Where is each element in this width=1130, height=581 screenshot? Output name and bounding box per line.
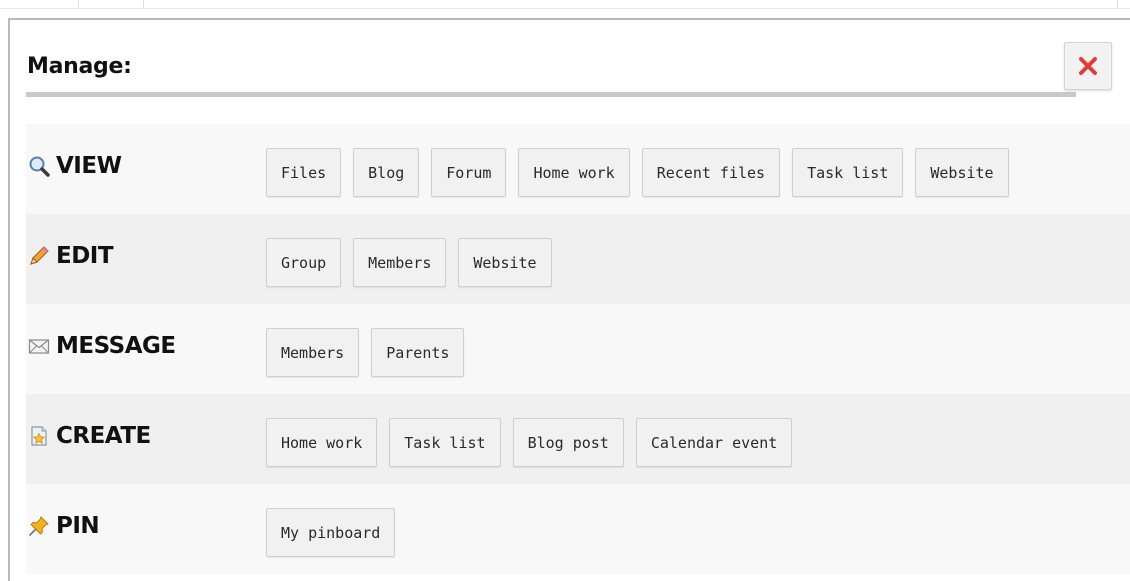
row-view-buttons: Files Blog Forum Home work Recent files … (266, 148, 1009, 197)
row-pin-buttons: My pinboard (266, 508, 396, 557)
create-blog-post-button[interactable]: Blog post (512, 418, 624, 467)
pencil-icon (26, 243, 52, 269)
create-home-work-button[interactable]: Home work (266, 418, 378, 467)
view-blog-button[interactable]: Blog (353, 148, 420, 197)
row-create-label: CREATE (56, 423, 151, 449)
create-task-list-button[interactable]: Task list (389, 418, 501, 467)
magnifier-icon (26, 153, 52, 179)
row-create-buttons: Home work Task list Blog post Calendar e… (266, 418, 793, 467)
view-forum-button[interactable]: Forum (431, 148, 507, 197)
row-view-label: VIEW (56, 153, 122, 179)
title-divider (26, 92, 1076, 97)
row-view: VIEW Files Blog Forum Home work Recent f… (26, 124, 1130, 214)
pushpin-icon (26, 513, 52, 539)
view-website-button[interactable]: Website (915, 148, 1009, 197)
edit-website-button[interactable]: Website (458, 238, 552, 287)
create-calendar-event-button[interactable]: Calendar event (635, 418, 793, 467)
message-members-button[interactable]: Members (266, 328, 360, 377)
background-divider (0, 8, 1130, 9)
row-create-heading: CREATE (26, 422, 151, 450)
row-edit-label: EDIT (56, 243, 114, 269)
row-message: MESSAGE Members Parents (26, 304, 1130, 394)
edit-members-button[interactable]: Members (353, 238, 447, 287)
row-edit-heading: EDIT (26, 242, 114, 270)
background-column-tick (78, 0, 79, 8)
row-message-buttons: Members Parents (266, 328, 465, 377)
edit-group-button[interactable]: Group (266, 238, 342, 287)
close-x-icon (1079, 57, 1097, 75)
action-rows: VIEW Files Blog Forum Home work Recent f… (26, 124, 1130, 574)
view-task-list-button[interactable]: Task list (792, 148, 904, 197)
row-edit: EDIT Group Members Website (26, 214, 1130, 304)
background-column-tick (143, 0, 144, 8)
row-pin-label: PIN (56, 513, 100, 539)
star-document-icon (26, 423, 52, 449)
dialog-title: Manage: (27, 54, 132, 79)
row-edit-buttons: Group Members Website (266, 238, 552, 287)
row-create: CREATE Home work Task list Blog post Cal… (26, 394, 1130, 484)
view-recent-files-button[interactable]: Recent files (641, 148, 781, 197)
row-message-heading: MESSAGE (26, 332, 176, 360)
message-parents-button[interactable]: Parents (371, 328, 465, 377)
pin-my-pinboard-button[interactable]: My pinboard (266, 508, 396, 557)
manage-dialog: Manage: VIEW Files Blog Forum Home work … (8, 18, 1130, 581)
view-files-button[interactable]: Files (266, 148, 342, 197)
row-pin: PIN My pinboard (26, 484, 1130, 574)
row-pin-heading: PIN (26, 512, 100, 540)
row-message-label: MESSAGE (56, 333, 176, 359)
view-home-work-button[interactable]: Home work (518, 148, 630, 197)
close-button[interactable] (1064, 42, 1112, 90)
envelope-icon (26, 333, 52, 359)
row-view-heading: VIEW (26, 152, 122, 180)
background-column-tick (1117, 0, 1118, 8)
